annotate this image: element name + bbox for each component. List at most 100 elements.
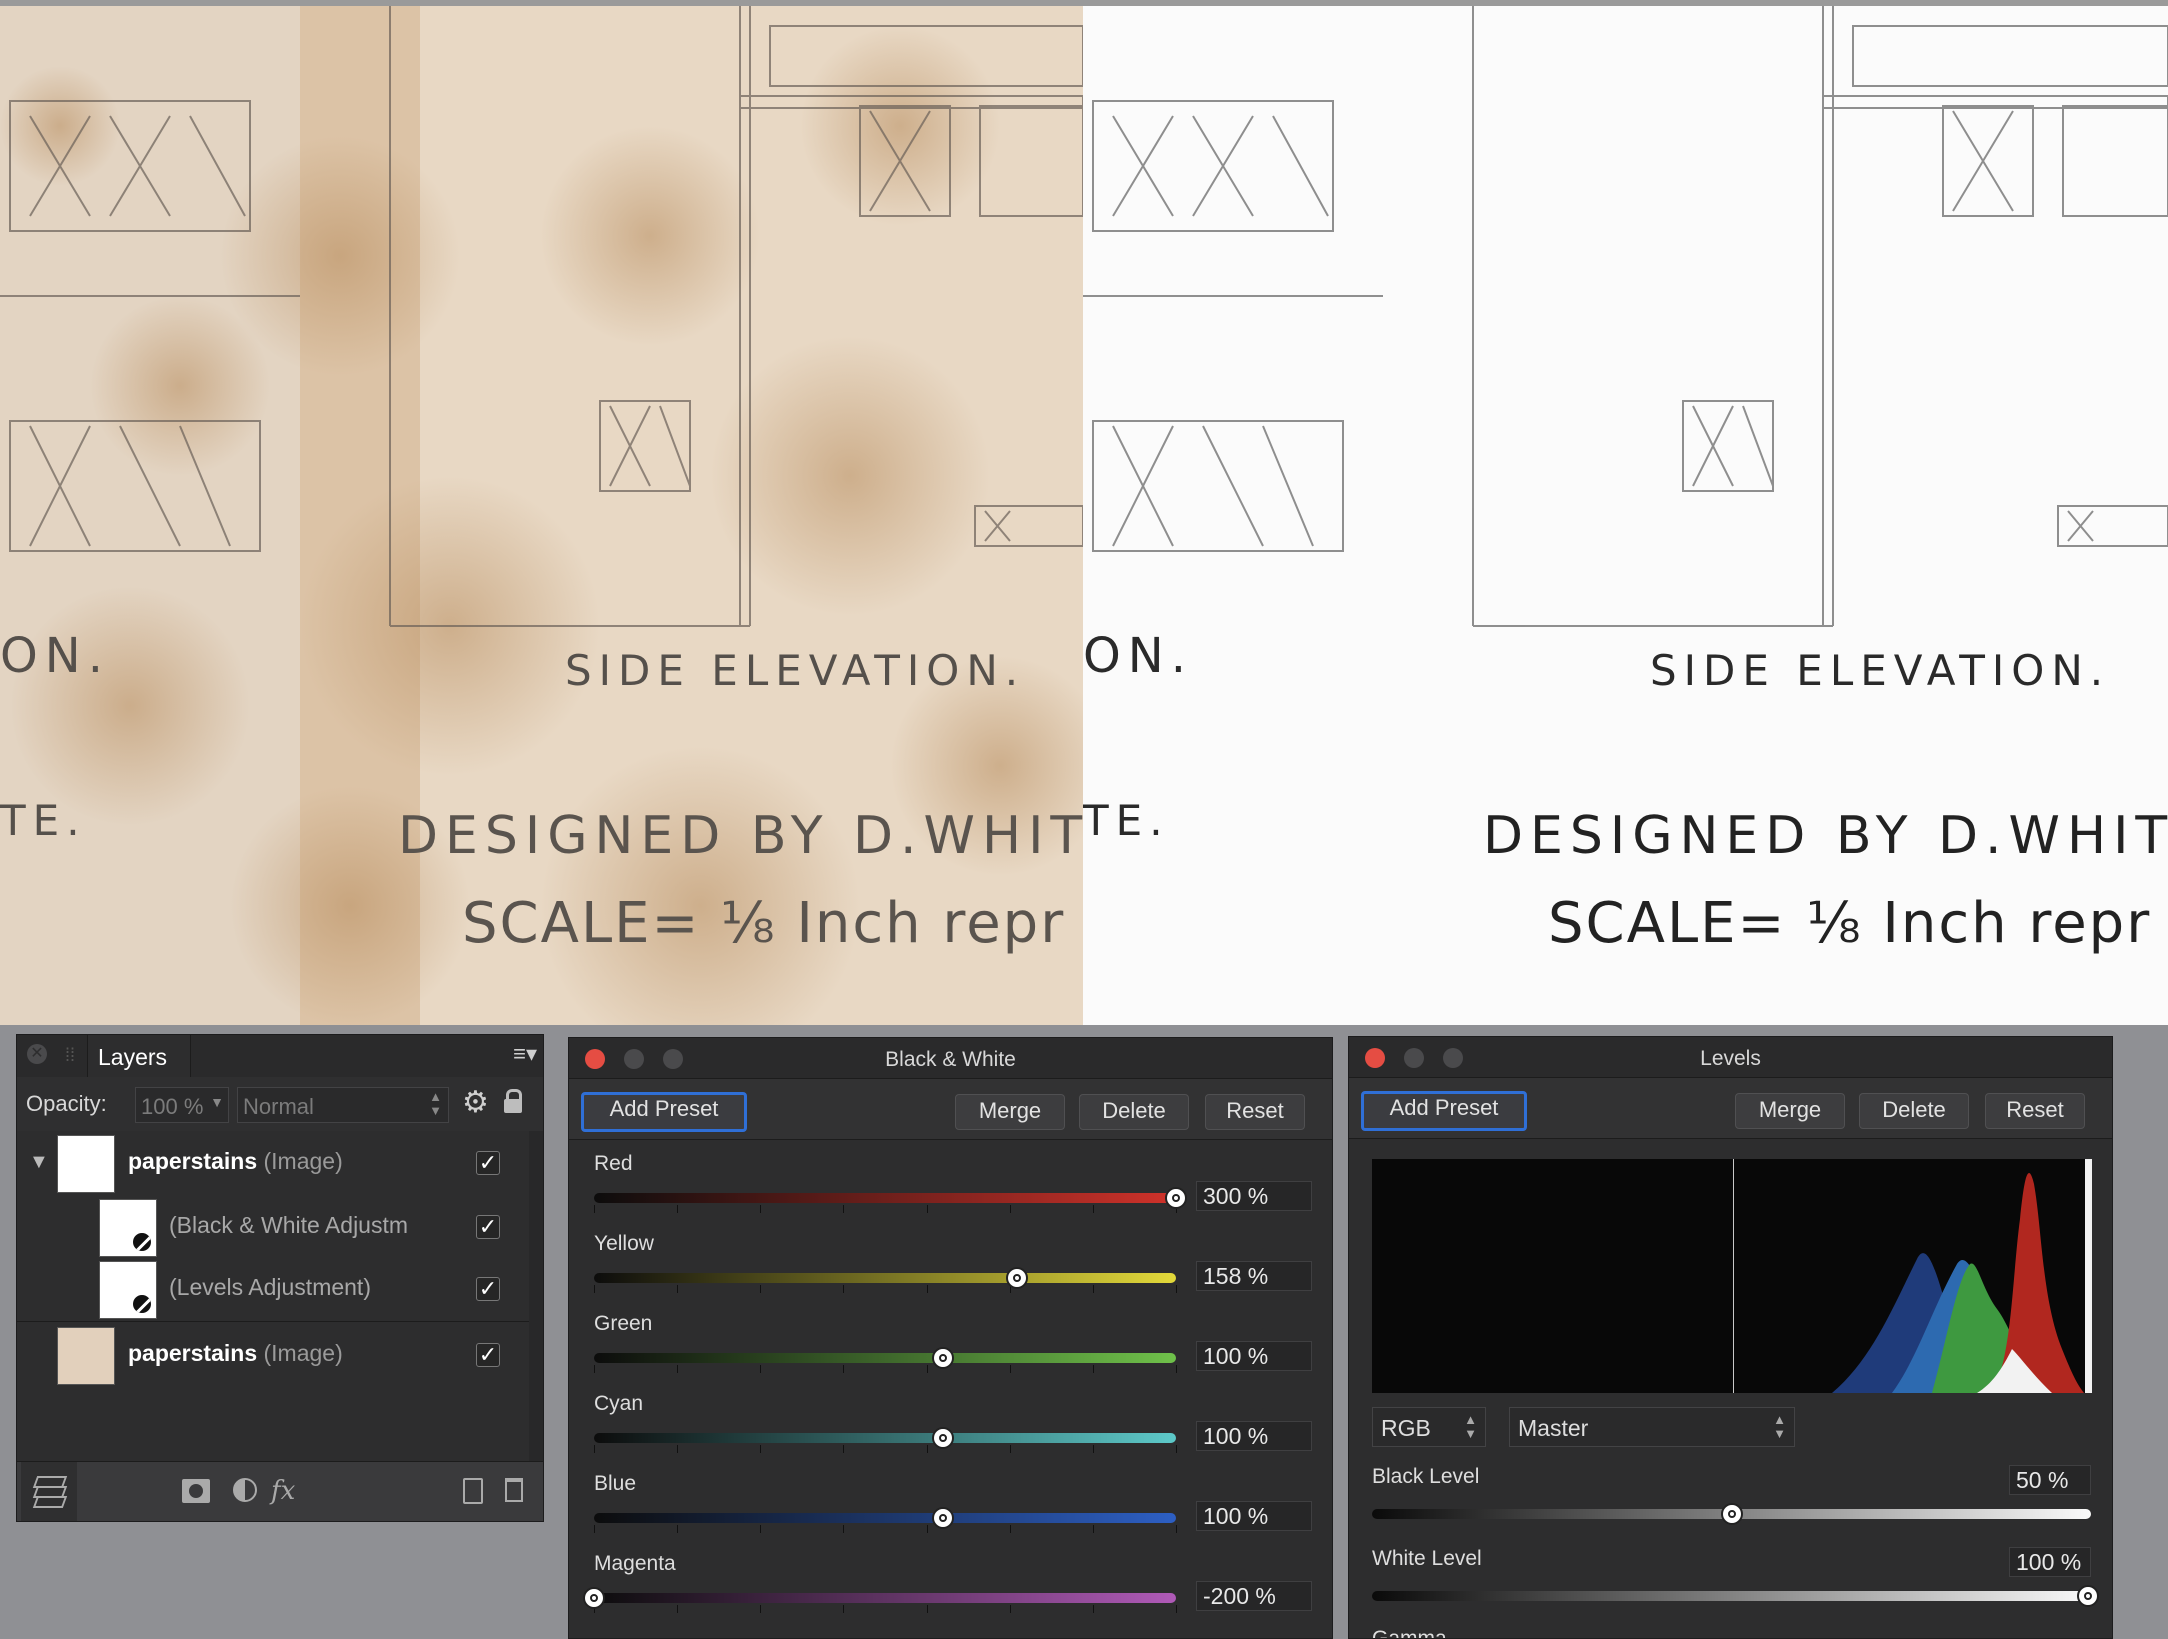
layer-name: paperstains (Image) [128, 1148, 343, 1174]
levels-titlebar: Levels [1349, 1037, 2112, 1078]
add-preset-button[interactable]: Add Preset [1361, 1091, 1527, 1131]
white-level-value[interactable]: 100 % [2009, 1547, 2091, 1577]
tick-mark [843, 1365, 844, 1373]
channel-mode-select[interactable]: RGB ▲ ▼ [1372, 1407, 1486, 1447]
layer-visibility-checkbox[interactable]: ✓ [476, 1151, 500, 1175]
close-icon[interactable]: ✕ [27, 1044, 47, 1064]
tick-mark [843, 1445, 844, 1453]
bw-slider-handle[interactable] [1165, 1187, 1187, 1209]
bw-slider-track[interactable] [594, 1193, 1176, 1203]
layer-row[interactable]: (Levels Adjustment) ✓ [17, 1257, 529, 1322]
bw-slider-label: Magenta [594, 1552, 676, 1575]
layer-row[interactable]: (Black & White Adjustm ✓ [17, 1195, 529, 1259]
bw-slider-value[interactable]: 100 % [1196, 1501, 1312, 1531]
layer-visibility-checkbox[interactable]: ✓ [476, 1277, 500, 1301]
mask-icon[interactable] [182, 1479, 210, 1503]
stepper-icon: ▲ ▼ [1773, 1412, 1786, 1441]
tick-mark [677, 1605, 678, 1613]
bw-slider-track[interactable] [594, 1433, 1176, 1443]
white-level-track[interactable] [1372, 1591, 2091, 1601]
bw-slider-ticks [594, 1285, 1177, 1293]
black-level-handle[interactable] [1720, 1503, 1743, 1525]
bw-slider-value[interactable]: -200 % [1196, 1581, 1312, 1611]
lock-icon[interactable] [504, 1089, 522, 1113]
layers-stack-icon[interactable] [21, 1462, 77, 1521]
tick-mark [760, 1445, 761, 1453]
bw-slider-ticks [594, 1365, 1177, 1373]
tick-mark [927, 1605, 928, 1613]
drawing-partial-te-text: TE. [0, 796, 87, 845]
adjustment-icon [131, 1293, 153, 1315]
levels-toolbar: Add Preset Merge Delete Reset [1349, 1078, 2112, 1139]
bw-slider-handle[interactable] [583, 1587, 605, 1609]
panel-menu-icon[interactable]: ≡▾ [513, 1041, 537, 1067]
layer-type: (Image) [263, 1148, 343, 1174]
tick-mark [1093, 1205, 1094, 1213]
bw-slider-track[interactable] [594, 1273, 1176, 1283]
tick-mark [843, 1205, 844, 1213]
disclosure-triangle-icon[interactable]: ▼ [29, 1151, 49, 1174]
adjustment-thumbnail [99, 1199, 157, 1257]
delete-button[interactable]: Delete [1859, 1093, 1969, 1129]
bw-slider-ticks [594, 1605, 1177, 1613]
tab-layers[interactable]: Layers [87, 1035, 191, 1077]
bw-slider-value[interactable]: 300 % [1196, 1181, 1312, 1211]
tick-mark [1176, 1445, 1177, 1453]
histogram[interactable] [1372, 1159, 2092, 1393]
tick-mark [927, 1525, 928, 1533]
opacity-field[interactable]: 100 % ▼ [135, 1087, 229, 1123]
reset-button[interactable]: Reset [1985, 1093, 2085, 1129]
bw-slider-handle[interactable] [1005, 1267, 1028, 1289]
original-image-half: ON. SIDE ELEVATION. TE. DESIGNED BY D.WH… [0, 6, 1083, 1025]
bw-slider-track[interactable] [594, 1593, 1176, 1603]
fx-icon[interactable]: fx [271, 1476, 295, 1506]
adjustment-icon[interactable] [233, 1478, 257, 1502]
merge-button[interactable]: Merge [1735, 1093, 1845, 1129]
tick-mark [1010, 1445, 1011, 1453]
layer-row[interactable]: paperstains (Image) ✓ [17, 1323, 529, 1387]
gear-icon[interactable]: ⚙ [462, 1085, 489, 1120]
layers-footer: fx [17, 1461, 543, 1521]
bw-slider-value[interactable]: 158 % [1196, 1261, 1312, 1291]
layer-visibility-checkbox[interactable]: ✓ [476, 1343, 500, 1367]
channel-select[interactable]: Master ▲ ▼ [1509, 1407, 1795, 1447]
merge-button[interactable]: Merge [955, 1094, 1065, 1130]
drawing-side-elevation-text: SIDE ELEVATION. [565, 646, 1026, 695]
opacity-label: Opacity: [26, 1091, 107, 1116]
tick-mark [1093, 1285, 1094, 1293]
opacity-value: 100 % [141, 1094, 204, 1119]
delete-button[interactable]: Delete [1079, 1094, 1189, 1130]
tick-mark [760, 1205, 761, 1213]
drag-handle-icon[interactable]: ⁞⁞ [65, 1045, 75, 1066]
black-white-panel: Black & White Add Preset Merge Delete Re… [568, 1037, 1333, 1639]
layer-visibility-checkbox[interactable]: ✓ [476, 1215, 500, 1239]
reset-button[interactable]: Reset [1205, 1094, 1305, 1130]
stepper-icon: ▲ ▼ [1464, 1412, 1477, 1441]
tick-mark [1093, 1445, 1094, 1453]
tick-mark [677, 1525, 678, 1533]
white-level-handle[interactable] [2077, 1585, 2099, 1607]
layer-row[interactable]: ▼ paperstains (Image) ✓ [17, 1131, 529, 1195]
trash-icon[interactable] [505, 1478, 523, 1502]
bw-slider-value[interactable]: 100 % [1196, 1341, 1312, 1371]
bw-slider-track[interactable] [594, 1353, 1176, 1363]
chevron-down-icon: ▼ [210, 1094, 224, 1110]
add-preset-button[interactable]: Add Preset [581, 1092, 747, 1132]
tick-mark [1176, 1365, 1177, 1373]
blend-mode-select[interactable]: Normal ▲ ▼ [237, 1087, 449, 1123]
stained-paper-texture [0, 6, 1083, 1025]
tick-mark [760, 1525, 761, 1533]
tick-mark [760, 1285, 761, 1293]
black-level-value[interactable]: 50 % [2009, 1465, 2091, 1495]
layers-options-bar: Opacity: 100 % ▼ Normal ▲ ▼ ⚙ [17, 1077, 543, 1132]
layer-thumbnail [57, 1135, 115, 1193]
bw-slider-track[interactable] [594, 1513, 1176, 1523]
drawing-scale-text-bw: SCALE= ⅛ Inch repr [1548, 891, 2152, 956]
tick-mark [1010, 1365, 1011, 1373]
document-canvas[interactable]: ON. SIDE ELEVATION. TE. DESIGNED BY D.WH… [0, 0, 2168, 1025]
bw-slider-value[interactable]: 100 % [1196, 1421, 1312, 1451]
drawing-partial-te-text-bw: TE. [1083, 796, 1170, 845]
new-layer-icon[interactable] [463, 1478, 483, 1504]
layers-scrollbar[interactable] [529, 1131, 543, 1461]
blend-mode-value: Normal [243, 1094, 314, 1119]
